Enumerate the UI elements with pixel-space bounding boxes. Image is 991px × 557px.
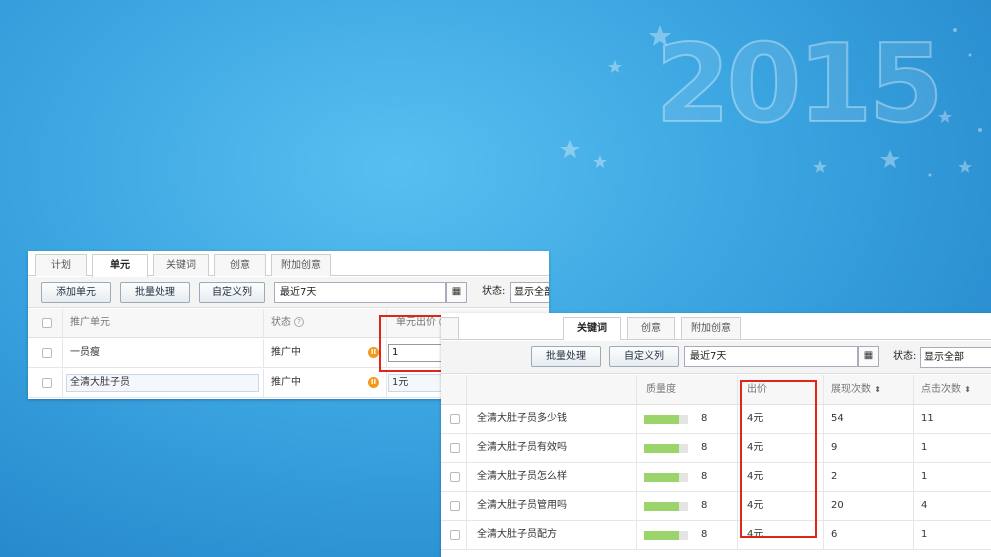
dot-icon bbox=[928, 173, 932, 177]
unit-status: 推广中 bbox=[271, 347, 301, 358]
pause-icon[interactable]: II bbox=[368, 377, 379, 388]
year-watermark: 2015 bbox=[654, 21, 945, 148]
impressions-count: 9 bbox=[831, 442, 838, 453]
highlight-box bbox=[740, 380, 817, 538]
tab-bar: 关键词 创意 附加创意 bbox=[441, 313, 991, 340]
tab-extra-creative[interactable]: 附加创意 bbox=[681, 317, 741, 339]
star-icon bbox=[560, 140, 580, 158]
keyword-name[interactable]: 全清大肚子员管用吗 bbox=[477, 492, 567, 520]
quality-bar bbox=[644, 473, 688, 482]
column-header-quality: 质量度 bbox=[646, 384, 676, 395]
row-checkbox[interactable] bbox=[42, 378, 52, 388]
star-icon bbox=[958, 160, 972, 173]
clicks-count: 11 bbox=[921, 413, 934, 424]
tab-previous[interactable] bbox=[441, 317, 459, 339]
tab-creative[interactable]: 创意 bbox=[627, 317, 675, 339]
row-checkbox[interactable] bbox=[450, 530, 460, 540]
keyword-name[interactable]: 全清大肚子员怎么样 bbox=[477, 463, 567, 491]
quality-bar-fill bbox=[644, 444, 680, 453]
dot-icon bbox=[978, 128, 982, 132]
sort-icon: ⬍ bbox=[874, 385, 881, 394]
keyword-panel: 关键词 创意 附加创意 批量处理 自定义列 最近7天 ▦ 状态: 显示全部 质量… bbox=[441, 313, 991, 557]
quality-score: 8 bbox=[701, 529, 708, 540]
table-row: 全清大肚子员怎么样 8 4元 2 1 bbox=[441, 463, 991, 492]
status-select[interactable]: 显示全部 bbox=[510, 282, 549, 303]
quality-bar bbox=[644, 502, 688, 511]
quality-bar bbox=[644, 531, 688, 540]
column-header-status: 状态? bbox=[271, 309, 304, 337]
pause-icon[interactable]: II bbox=[368, 347, 379, 358]
add-unit-button[interactable]: 添加单元 bbox=[41, 282, 111, 303]
table-row: 全清大肚子员管用吗 8 4元 20 4 bbox=[441, 492, 991, 521]
impressions-count: 54 bbox=[831, 413, 844, 424]
tab-plan[interactable]: 计划 bbox=[35, 254, 87, 276]
quality-bar-fill bbox=[644, 473, 680, 482]
status-label: 状态: bbox=[482, 286, 506, 297]
column-header-clicks[interactable]: 点击次数 ⬍ bbox=[921, 375, 971, 404]
status-select[interactable]: 显示全部 bbox=[920, 347, 991, 368]
unit-status: 推广中 bbox=[271, 377, 301, 388]
clicks-count: 1 bbox=[921, 471, 928, 482]
impressions-count: 6 bbox=[831, 529, 838, 540]
star-icon bbox=[813, 160, 827, 173]
quality-bar-fill bbox=[644, 502, 680, 511]
tab-bar: 计划 单元 关键词 创意 附加创意 bbox=[28, 251, 549, 277]
calendar-icon[interactable]: ▦ bbox=[446, 282, 467, 303]
quality-bar-fill bbox=[644, 415, 680, 424]
column-header-impressions-label: 展现次数 bbox=[831, 384, 871, 395]
star-icon bbox=[608, 60, 622, 73]
status-label: 状态: bbox=[893, 351, 917, 362]
table-row: 全清大肚子员配方 8 4元 6 1 bbox=[441, 521, 991, 550]
quality-score: 8 bbox=[701, 442, 708, 453]
clicks-count: 1 bbox=[921, 442, 928, 453]
batch-process-button[interactable]: 批量处理 bbox=[120, 282, 190, 303]
column-header-unit: 推广单元 bbox=[70, 317, 110, 328]
tab-creative[interactable]: 创意 bbox=[214, 254, 266, 276]
impressions-count: 20 bbox=[831, 500, 844, 511]
toolbar: 批量处理 自定义列 最近7天 ▦ 状态: 显示全部 bbox=[441, 341, 991, 374]
unit-name-input[interactable]: 全清大肚子员 bbox=[66, 374, 259, 392]
row-checkbox[interactable] bbox=[450, 443, 460, 453]
quality-score: 8 bbox=[701, 413, 708, 424]
calendar-icon[interactable]: ▦ bbox=[858, 346, 879, 367]
help-icon[interactable]: ? bbox=[294, 317, 304, 327]
column-header-status-label: 状态 bbox=[271, 317, 291, 328]
quality-bar bbox=[644, 444, 688, 453]
impressions-count: 2 bbox=[831, 471, 838, 482]
unit-name[interactable]: 一员瘦 bbox=[70, 339, 100, 367]
date-range-input[interactable]: 最近7天 bbox=[274, 282, 446, 303]
quality-bar-fill bbox=[644, 531, 680, 540]
table-row: 全清大肚子员有效吗 8 4元 9 1 bbox=[441, 434, 991, 463]
table-header: 质量度 出价 展现次数 ⬍ 点击次数 ⬍ bbox=[441, 375, 991, 405]
keyword-name[interactable]: 全清大肚子员多少钱 bbox=[477, 405, 567, 433]
quality-score: 8 bbox=[701, 500, 708, 511]
tab-extra-creative[interactable]: 附加创意 bbox=[271, 254, 331, 276]
clicks-count: 4 bbox=[921, 500, 928, 511]
star-icon bbox=[880, 150, 900, 168]
column-header-impressions[interactable]: 展现次数 ⬍ bbox=[831, 375, 881, 404]
column-header-clicks-label: 点击次数 bbox=[921, 384, 961, 395]
quality-score: 8 bbox=[701, 471, 708, 482]
quality-bar bbox=[644, 415, 688, 424]
row-checkbox[interactable] bbox=[450, 414, 460, 424]
row-checkbox[interactable] bbox=[450, 501, 460, 511]
tab-keyword[interactable]: 关键词 bbox=[153, 254, 209, 276]
keyword-name[interactable]: 全清大肚子员配方 bbox=[477, 521, 557, 549]
keyword-name[interactable]: 全清大肚子员有效吗 bbox=[477, 434, 567, 462]
row-checkbox[interactable] bbox=[450, 472, 460, 482]
batch-process-button[interactable]: 批量处理 bbox=[531, 346, 601, 367]
select-all-checkbox[interactable] bbox=[42, 318, 52, 328]
custom-columns-button[interactable]: 自定义列 bbox=[609, 346, 679, 367]
row-checkbox[interactable] bbox=[42, 348, 52, 358]
clicks-count: 1 bbox=[921, 529, 928, 540]
date-range-input[interactable]: 最近7天 bbox=[684, 346, 858, 367]
table-row: 全清大肚子员多少钱 8 4元 54 11 bbox=[441, 405, 991, 434]
tab-keyword[interactable]: 关键词 bbox=[563, 317, 621, 340]
toolbar: 添加单元 批量处理 自定义列 最近7天 ▦ 状态: 显示全部 bbox=[28, 277, 549, 308]
sort-icon: ⬍ bbox=[964, 385, 971, 394]
star-icon bbox=[593, 155, 607, 168]
custom-columns-button[interactable]: 自定义列 bbox=[199, 282, 265, 303]
tab-unit[interactable]: 单元 bbox=[92, 254, 148, 277]
